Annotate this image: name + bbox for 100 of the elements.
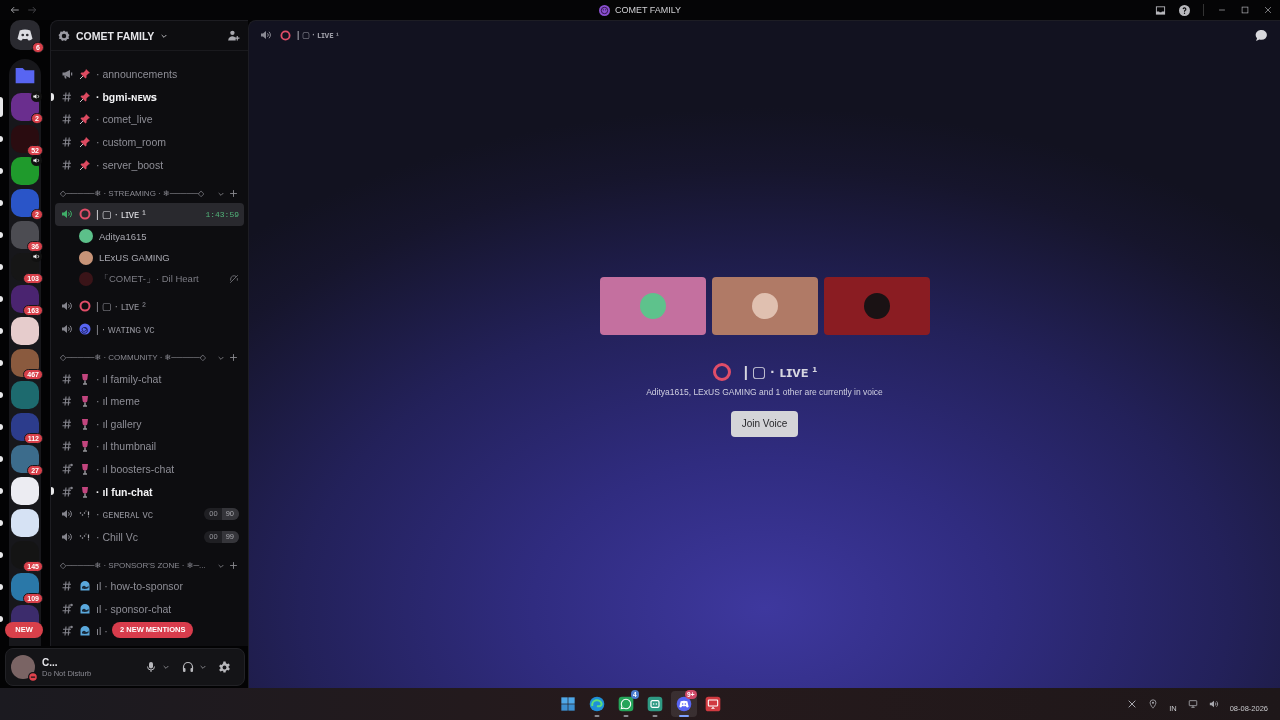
window-app-icon [646, 696, 663, 712]
server-avatar-icon [598, 4, 610, 16]
channel-item[interactable]: | ▢ · ʟɪᴠᴇ ² [55, 295, 151, 318]
dnd-status-icon [28, 672, 38, 682]
ring-icon [711, 361, 732, 382]
channel-item[interactable]: ıl · how-to-sponsor [55, 575, 188, 598]
add-member-icon[interactable] [227, 29, 240, 42]
hash-icon [61, 158, 73, 171]
close-icon[interactable] [1263, 5, 1273, 15]
spiral-icon [79, 322, 91, 335]
voice-member[interactable]: 「COMET-」· Dil Heart [55, 268, 244, 291]
hash-icon [61, 440, 73, 453]
browser-icon [588, 696, 605, 712]
server-icon[interactable] [11, 413, 39, 441]
channel-item[interactable]: · ıl thumbnail [55, 435, 162, 458]
deafened-icon [229, 274, 239, 285]
participant-tile[interactable] [599, 276, 706, 335]
plus-icon[interactable] [229, 353, 238, 363]
speaker-icon [260, 29, 272, 41]
server-icon[interactable] [11, 221, 39, 249]
location-icon[interactable] [1148, 699, 1159, 709]
server-icon[interactable] [11, 317, 39, 345]
screen-cast-icon [704, 696, 721, 712]
plus-icon[interactable] [229, 561, 238, 570]
settings-icon[interactable] [218, 660, 231, 674]
server-icon[interactable] [11, 477, 39, 505]
back-arrow-icon[interactable] [10, 5, 20, 15]
channel-title: | ▢ · ʟɪᴠᴇ ¹ [297, 30, 339, 40]
pin-icon [79, 136, 91, 149]
channel-item[interactable]: | ▢ · ʟɪᴠᴇ ¹ 1:43:59 [55, 202, 244, 226]
hash-icon [61, 113, 73, 126]
maximize-icon[interactable] [1240, 5, 1250, 15]
headphones-icon[interactable] [182, 661, 194, 673]
category-label[interactable]: ◇─────❄ · STREAMING · ❄─────◇ [60, 188, 213, 198]
pin-icon [79, 113, 91, 126]
speaker-icon [61, 322, 73, 335]
server-icon[interactable] [11, 541, 39, 569]
channel-item[interactable]: · bgmi-ɴᴇᴡꜱ [55, 85, 163, 109]
help-icon[interactable] [1179, 4, 1190, 16]
whale-icon [79, 625, 91, 638]
channel-item[interactable]: ıl · [55, 620, 113, 643]
wine-glass-icon [79, 462, 91, 475]
volume-icon[interactable] [1208, 699, 1219, 709]
category-label[interactable]: ◇─────❄ · SPONSOR'S ZONE · ❄─... [60, 561, 213, 570]
megaphone-icon [61, 68, 73, 81]
start-icon [559, 696, 576, 712]
server-icon[interactable] [11, 445, 39, 473]
wine-glass-icon [79, 485, 91, 498]
category-label[interactable]: ◇─────❄ · COMMUNITY · ❄─────◇ [60, 353, 213, 363]
channel-item[interactable]: · comet_live [55, 108, 158, 131]
server-icon[interactable] [11, 349, 39, 377]
plus-icon[interactable] [229, 188, 238, 198]
speaker-icon [61, 508, 73, 521]
voice-channel-title: | ▢ · ʟɪᴠᴇ ¹ [743, 362, 818, 381]
channel-item[interactable]: · ıl gallery [55, 412, 147, 436]
hash-icon [61, 372, 73, 385]
inbox-icon[interactable] [1155, 4, 1166, 16]
channel-item[interactable]: · server_boost [55, 153, 169, 176]
pin-icon [79, 158, 91, 171]
participant-tile[interactable] [711, 276, 818, 335]
hash-icon [61, 417, 73, 430]
hash-icon [61, 462, 73, 475]
network-icon[interactable] [1187, 699, 1198, 709]
channel-item[interactable]: · ıl meme [55, 389, 145, 413]
wine-glass-icon [79, 440, 91, 453]
voice-members-text: Aditya1615, LExUS GAMING and 1 other are currently in voice [646, 386, 883, 397]
hash-icon [61, 602, 73, 615]
microphone-icon[interactable] [145, 661, 157, 673]
server-icon[interactable] [11, 285, 39, 313]
channel-item[interactable]: · ıl family-chat [55, 367, 167, 390]
call-timer: 1:43:59 [205, 209, 239, 219]
server-icon[interactable] [11, 125, 39, 153]
server-icon[interactable] [11, 573, 39, 601]
hash-icon [61, 580, 73, 593]
whale-icon [79, 580, 91, 593]
channel-item[interactable]: | · ᴡᴀᴛɪɴɢ ᴠᴄ [55, 317, 160, 341]
wine-glass-icon [79, 372, 91, 385]
hash-icon [61, 625, 73, 638]
server-badge-icon [58, 29, 70, 42]
pin-icon [79, 90, 91, 103]
server-menu-button[interactable]: COMET FAMILY [58, 29, 169, 42]
server-icon[interactable] [11, 509, 39, 537]
voice-member[interactable]: Aditya1615 [55, 225, 244, 248]
whale-icon [79, 602, 91, 615]
caret-icon[interactable] [162, 663, 170, 671]
channel-item[interactable]: · ıl boosters-chat [55, 457, 180, 481]
participant-tile[interactable] [823, 276, 930, 335]
join-voice-button[interactable]: Join Voice [730, 410, 799, 437]
channel-item[interactable]: · ıl fun-chat [55, 480, 158, 503]
voice-member[interactable]: LExUS GAMING [55, 247, 244, 269]
speaker-icon [61, 300, 73, 313]
tray-app-icon[interactable] [1127, 699, 1138, 709]
caret-icon[interactable] [199, 663, 207, 671]
channel-item[interactable]: · custom_room [55, 130, 172, 154]
chat-bubble-icon[interactable] [1255, 28, 1268, 42]
wine-glass-icon [79, 417, 91, 430]
channel-item[interactable]: · announcements [55, 63, 183, 86]
avatar[interactable] [11, 655, 35, 679]
messenger-icon [617, 696, 634, 712]
channel-item[interactable]: ıl · sponsor-chat [55, 597, 177, 621]
